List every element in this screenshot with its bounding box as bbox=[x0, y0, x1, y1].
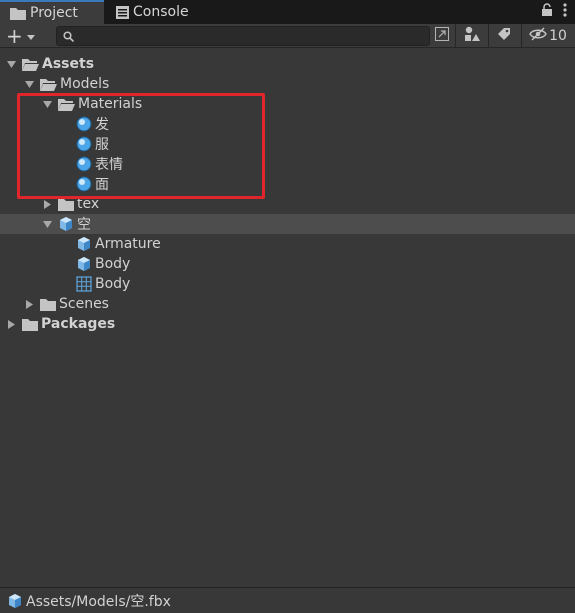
open-folder-icon bbox=[40, 78, 57, 91]
hidden-count: 10 bbox=[549, 28, 567, 44]
tab-console[interactable]: Console bbox=[106, 0, 216, 24]
expand-arrow-icon[interactable] bbox=[6, 54, 16, 74]
toolbar: + 10 bbox=[0, 24, 575, 48]
tree-item-body-object[interactable]: Body bbox=[0, 254, 575, 274]
toolbar-divider bbox=[521, 24, 522, 48]
model-prefab-icon bbox=[76, 236, 92, 252]
expand-arrow-icon[interactable] bbox=[42, 94, 52, 114]
tree-label-packages: Packages bbox=[41, 316, 116, 332]
console-icon bbox=[116, 5, 129, 19]
toolbar-divider bbox=[488, 24, 489, 48]
filter-type-button[interactable] bbox=[460, 26, 484, 46]
tree-item-material[interactable]: 服 bbox=[0, 134, 575, 154]
tree-label-models: Models bbox=[60, 76, 110, 92]
material-sphere-icon bbox=[76, 116, 92, 132]
folder-icon bbox=[10, 7, 26, 20]
tree-label-materials: Materials bbox=[78, 96, 143, 112]
tree-label-tex: tex bbox=[77, 196, 100, 212]
folder-icon bbox=[40, 298, 56, 311]
folder-icon bbox=[58, 198, 74, 211]
tree-item-model-file[interactable]: 空 bbox=[0, 214, 575, 234]
folder-icon bbox=[22, 318, 38, 331]
tree-item-material[interactable]: 表情 bbox=[0, 154, 575, 174]
eye-slash-icon bbox=[529, 27, 547, 45]
tree-item-scenes[interactable]: Scenes bbox=[0, 294, 575, 314]
search-field[interactable] bbox=[56, 26, 430, 46]
material-sphere-icon bbox=[76, 136, 92, 152]
chevron-down-icon bbox=[26, 28, 35, 44]
tree-label-body: Body bbox=[95, 256, 131, 272]
tree-label-material: 表情 bbox=[95, 157, 123, 173]
tree-label-scenes: Scenes bbox=[59, 296, 109, 312]
tree-item-packages[interactable]: Packages bbox=[0, 314, 575, 334]
lock-icon[interactable] bbox=[541, 3, 553, 21]
create-button[interactable]: + bbox=[6, 26, 42, 46]
model-prefab-icon bbox=[76, 256, 92, 272]
tree-label-armature: Armature bbox=[95, 236, 161, 252]
material-sphere-icon bbox=[76, 176, 92, 192]
tree-label-model-file: 空 bbox=[77, 217, 91, 233]
collapsed-arrow-icon[interactable] bbox=[6, 314, 16, 334]
tree-item-armature[interactable]: Armature bbox=[0, 234, 575, 254]
tree-label-material: 服 bbox=[95, 137, 109, 153]
model-prefab-icon bbox=[7, 593, 23, 609]
tab-console-label: Console bbox=[133, 4, 189, 20]
window-icon bbox=[435, 27, 449, 45]
tree-item-body-mesh[interactable]: Body bbox=[0, 274, 575, 294]
tree-label-material: 面 bbox=[95, 177, 109, 193]
more-options-icon[interactable] bbox=[563, 3, 567, 21]
open-folder-icon bbox=[22, 58, 39, 71]
filter-label-button[interactable] bbox=[492, 26, 516, 46]
material-sphere-icon bbox=[76, 156, 92, 172]
model-prefab-icon bbox=[58, 216, 74, 232]
mesh-grid-icon bbox=[76, 276, 92, 292]
tab-project-label: Project bbox=[30, 5, 78, 21]
tree-label-body: Body bbox=[95, 276, 131, 292]
search-input[interactable] bbox=[79, 27, 419, 45]
tab-project[interactable]: Project bbox=[0, 0, 104, 24]
open-folder-icon bbox=[58, 98, 75, 111]
tree-item-materials[interactable]: Materials bbox=[0, 94, 575, 114]
plus-icon: + bbox=[6, 24, 23, 48]
tree-item-tex[interactable]: tex bbox=[0, 194, 575, 214]
tree-item-material[interactable]: 发 bbox=[0, 114, 575, 134]
tree-item-material[interactable]: 面 bbox=[0, 174, 575, 194]
tree-label-assets: Assets bbox=[42, 56, 95, 72]
collapsed-arrow-icon[interactable] bbox=[24, 294, 34, 314]
tag-icon bbox=[497, 27, 511, 45]
expand-arrow-icon[interactable] bbox=[24, 74, 34, 94]
tree-label-material: 发 bbox=[95, 117, 109, 133]
expand-arrow-icon[interactable] bbox=[42, 214, 52, 234]
hidden-packages-button[interactable]: 10 bbox=[526, 26, 570, 46]
selected-asset-path: Assets/Models/空.fbx bbox=[26, 593, 171, 610]
status-bar: Assets/Models/空.fbx bbox=[0, 587, 575, 613]
tree-item-assets[interactable]: Assets bbox=[0, 54, 575, 74]
search-by-type-button[interactable] bbox=[432, 26, 452, 46]
collapsed-arrow-icon[interactable] bbox=[42, 194, 52, 214]
toolbar-divider bbox=[455, 24, 456, 48]
search-icon bbox=[63, 30, 75, 46]
tree-item-models[interactable]: Models bbox=[0, 74, 575, 94]
tab-bar: Project Console bbox=[0, 0, 575, 24]
shapes-icon bbox=[464, 26, 480, 46]
